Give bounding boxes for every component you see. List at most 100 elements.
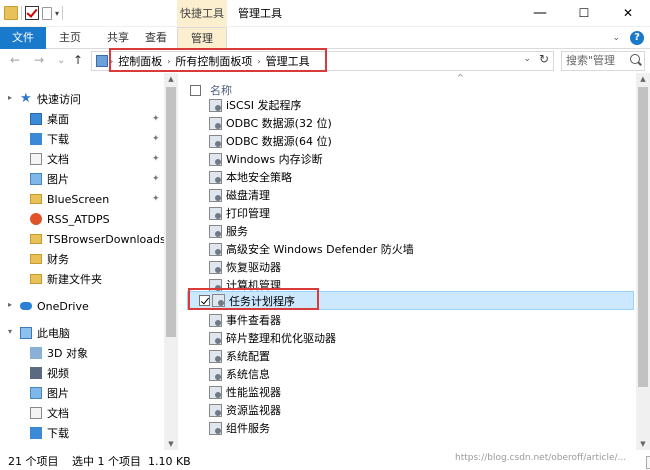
list-item[interactable]: 事件查看器 <box>187 311 634 329</box>
list-item[interactable]: 系统配置 <box>187 347 634 365</box>
help-icon[interactable]: ? <box>630 31 644 45</box>
nav-item-rss-atdps[interactable]: RSS_ATDPS <box>30 209 178 229</box>
nav-item-downloads-pc[interactable]: 下载 <box>30 423 178 443</box>
computer-icon <box>20 327 32 339</box>
nav-item-tsbrowserdownloads[interactable]: TSBrowserDownloads <box>30 229 178 249</box>
desktop-folder-icon <box>30 113 42 125</box>
tab-manage[interactable]: 管理 <box>177 27 227 49</box>
divider <box>62 6 64 20</box>
list-item[interactable]: 系统信息 <box>187 365 634 383</box>
pictures-folder-icon <box>30 387 42 399</box>
forward-arrow-icon[interactable]: → <box>34 53 44 67</box>
item-label: 服务 <box>226 225 248 238</box>
onedrive-icon <box>20 302 32 310</box>
scroll-up-icon[interactable]: ▲ <box>636 73 650 85</box>
scroll-up-icon[interactable]: ▲ <box>164 73 178 85</box>
pin-icon[interactable]: ✦ <box>152 154 160 164</box>
pin-icon[interactable]: ✦ <box>152 174 160 184</box>
nav-item-this-pc[interactable]: 此电脑 <box>20 323 178 343</box>
list-item[interactable]: ODBC 数据源(32 位) <box>187 114 634 132</box>
quick-access-toolbar: ▾ <box>4 5 64 21</box>
content-scrollbar[interactable]: ▲ ▼ <box>636 73 650 450</box>
item-label: 本地安全策略 <box>226 171 292 184</box>
documents-folder-icon <box>30 407 42 419</box>
tab-file[interactable]: 文件 <box>0 27 46 49</box>
search-input[interactable]: 搜索"管理 <box>561 51 645 71</box>
file-list: ^ 名称 iSCSI 发起程序 ODBC 数据源(32 位) ODBC 数据源(… <box>187 73 637 450</box>
pin-icon[interactable]: ✦ <box>152 134 160 144</box>
item-label: Windows 内存诊断 <box>226 153 323 166</box>
memory-diagnostic-icon <box>209 152 222 166</box>
back-arrow-icon[interactable]: ← <box>10 53 20 67</box>
chevron-down-icon[interactable]: ⌄ <box>612 33 620 43</box>
list-item[interactable]: 打印管理 <box>187 204 634 222</box>
expand-arrow-icon[interactable]: ▸ <box>8 93 12 102</box>
security-policy-icon <box>209 170 222 184</box>
close-button[interactable]: ✕ <box>606 0 650 27</box>
nav-item-pictures-pc[interactable]: 图片 <box>30 383 178 403</box>
properties-icon[interactable] <box>25 6 39 20</box>
window-title: 管理工具 <box>238 7 282 20</box>
nav-item-new-folder[interactable]: 新建文件夹 <box>30 269 178 289</box>
item-label: 事件查看器 <box>226 314 281 327</box>
nav-item-documents-pc[interactable]: 文档 <box>30 403 178 423</box>
maximize-button[interactable]: ☐ <box>562 0 606 27</box>
download-folder-icon <box>30 427 42 439</box>
list-item[interactable]: iSCSI 发起程序 <box>187 96 634 114</box>
scroll-down-icon[interactable]: ▼ <box>636 438 650 450</box>
item-label: 系统信息 <box>226 368 270 381</box>
scroll-down-icon[interactable]: ▼ <box>164 438 178 450</box>
nav-item-videos[interactable]: 视频 <box>30 363 178 383</box>
list-item[interactable]: 恢复驱动器 <box>187 258 634 276</box>
search-icon <box>630 54 640 64</box>
list-item[interactable]: 性能监视器 <box>187 383 634 401</box>
odbc-icon <box>209 116 222 130</box>
download-folder-icon <box>30 133 42 145</box>
tab-home[interactable]: 主页 <box>50 27 90 49</box>
refresh-icon[interactable]: ↻ <box>539 52 549 66</box>
expand-arrow-icon[interactable]: ▾ <box>8 327 12 336</box>
nav-scrollbar-thumb[interactable] <box>166 87 176 337</box>
nav-label: 快速访问 <box>37 93 81 106</box>
nav-item-onedrive[interactable]: OneDrive <box>20 296 178 316</box>
content-scrollbar-thumb[interactable] <box>638 87 648 387</box>
nav-label: TSBrowserDownloads <box>47 232 166 246</box>
nav-item-3d-objects[interactable]: 3D 对象 <box>30 343 178 363</box>
list-item[interactable]: 碎片整理和优化驱动器 <box>187 329 634 347</box>
nav-scrollbar[interactable]: ▲ ▼ <box>164 73 178 450</box>
nav-item-quick-access[interactable]: ★ 快速访问 <box>20 89 178 109</box>
nav-item-finance[interactable]: 财务 <box>30 249 178 269</box>
expand-arrow-icon[interactable]: ▸ <box>8 300 12 309</box>
minimize-button[interactable]: — <box>518 0 562 27</box>
up-arrow-icon[interactable]: ↑ <box>73 53 83 67</box>
list-item[interactable]: 本地安全策略 <box>187 168 634 186</box>
recovery-drive-icon <box>209 260 222 274</box>
recent-locations-icon[interactable]: ⌄ <box>57 55 65 66</box>
select-all-checkbox[interactable] <box>190 84 201 96</box>
system-info-icon <box>209 367 222 381</box>
list-item[interactable]: 磁盘清理 <box>187 186 634 204</box>
3d-objects-icon <box>30 347 42 359</box>
search-placeholder: 搜索"管理 <box>566 54 616 67</box>
customize-toolbar-icon[interactable]: ▾ <box>55 9 59 18</box>
list-item[interactable]: 组件服务 <box>187 419 634 437</box>
nav-label: 图片 <box>47 173 69 186</box>
nav-label: BlueScreen <box>47 192 110 206</box>
folder-icon <box>30 274 42 284</box>
new-folder-icon[interactable] <box>42 6 52 20</box>
large-icons-view-icon[interactable] <box>646 456 650 469</box>
nav-label: 此电脑 <box>37 327 70 340</box>
nav-label: 桌面 <box>47 113 69 126</box>
pin-icon[interactable]: ✦ <box>152 194 160 204</box>
list-item[interactable]: Windows 内存诊断 <box>187 150 634 168</box>
tab-view[interactable]: 查看 <box>136 27 176 49</box>
tab-share[interactable]: 共享 <box>98 27 138 49</box>
list-item[interactable]: 高级安全 Windows Defender 防火墙 <box>187 240 634 258</box>
component-services-icon <box>209 421 222 435</box>
pin-icon[interactable]: ✦ <box>152 114 160 124</box>
item-label: 性能监视器 <box>226 386 281 399</box>
list-item[interactable]: 服务 <box>187 222 634 240</box>
address-dropdown-icon[interactable]: ⌄ <box>523 54 531 64</box>
list-item[interactable]: 资源监视器 <box>187 401 634 419</box>
list-item[interactable]: ODBC 数据源(64 位) <box>187 132 634 150</box>
